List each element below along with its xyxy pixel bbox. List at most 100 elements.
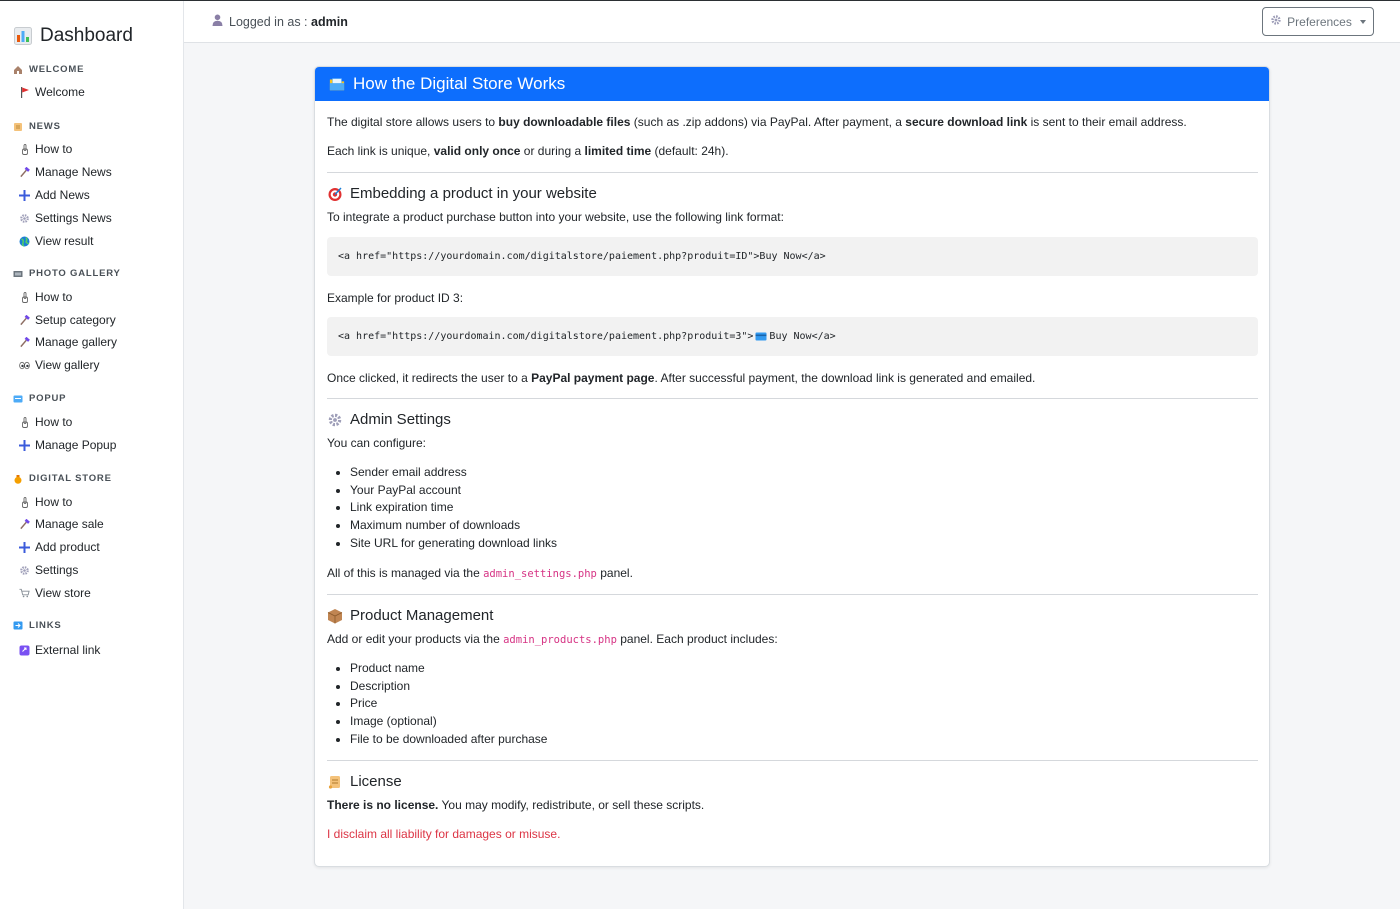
list-item: Maximum number of downloads: [350, 518, 557, 536]
finger-icon: [19, 143, 30, 155]
sidebar-item-store-howto[interactable]: How to: [19, 495, 72, 509]
list-item: Site URL for generating download links: [350, 536, 557, 554]
topbar: Logged in as : admin Preferences: [184, 1, 1400, 43]
scroll-icon: [12, 121, 23, 132]
cart-icon: [19, 588, 30, 599]
divider: [327, 172, 1258, 173]
list-item: Your PayPal account: [350, 483, 557, 501]
hammer-icon: [19, 166, 30, 178]
gear-icon: [19, 565, 30, 576]
admin-settings-code: admin_settings.php: [483, 568, 597, 580]
logged-prefix: Logged in as :: [229, 14, 312, 29]
hammer-icon: [19, 314, 30, 326]
card-header: How the Digital Store Works: [315, 67, 1269, 101]
plus-icon: [19, 541, 30, 553]
globe-icon: [19, 236, 30, 247]
section-news: NEWS: [12, 121, 61, 132]
list-item: Description: [350, 679, 547, 697]
section-links: LINKS: [12, 620, 62, 631]
package-icon: [327, 608, 343, 624]
code-block-format[interactable]: <a href="https://yourdomain.com/digitals…: [327, 237, 1258, 276]
popup-icon: [12, 393, 23, 404]
finger-icon: [19, 416, 30, 428]
eyes-icon: [19, 360, 30, 371]
section-digital-store: DIGITAL STORE: [12, 473, 112, 484]
sidebar-item-view-result[interactable]: View result: [19, 234, 93, 248]
finger-icon: [19, 291, 30, 303]
hammer-icon: [19, 518, 30, 530]
sidebar-item-view-gallery[interactable]: View gallery: [19, 358, 99, 372]
sidebar: Dashboard WELCOME Welcome NEWS How to Ma…: [0, 1, 184, 909]
plus-icon: [19, 189, 30, 201]
divider: [327, 398, 1258, 399]
sidebar-item-setup-category[interactable]: Setup category: [19, 313, 116, 327]
sidebar-item-welcome[interactable]: Welcome: [19, 85, 85, 99]
product-fields-list: Product name Description Price Image (op…: [350, 661, 547, 749]
preferences-button[interactable]: Preferences: [1262, 7, 1374, 36]
list-item: Link expiration time: [350, 500, 557, 518]
sidebar-item-add-news[interactable]: Add News: [19, 188, 90, 202]
moneybag-icon: [12, 473, 23, 484]
house-icon: [12, 64, 23, 75]
card-title: How the Digital Store Works: [353, 74, 566, 93]
sidebar-item-external-link[interactable]: External link: [19, 643, 100, 657]
sidebar-item-gallery-howto[interactable]: How to: [19, 290, 72, 304]
example-label: Example for product ID 3:: [327, 291, 464, 305]
sidebar-item-news-howto[interactable]: How to: [19, 142, 72, 156]
file-folder-icon: [329, 76, 345, 92]
frame-icon: [12, 268, 23, 279]
plus-icon: [19, 439, 30, 451]
logged-in-user: Logged in as : admin: [212, 14, 348, 29]
admin-settings-list: Sender email address Your PayPal account…: [350, 465, 557, 553]
chevron-down-icon: [1359, 19, 1366, 24]
sidebar-item-settings-news[interactable]: Settings News: [19, 211, 112, 225]
sidebar-item-popup-howto[interactable]: How to: [19, 415, 72, 429]
products-text: Add or edit your products via the admin_…: [327, 632, 778, 646]
sidebar-item-manage-news[interactable]: Manage News: [19, 165, 112, 179]
gear-icon: [19, 213, 30, 224]
gear-icon: [1270, 14, 1282, 29]
sidebar-item-manage-popup[interactable]: Manage Popup: [19, 438, 116, 452]
brand-title: Dashboard: [40, 25, 133, 46]
section-photo-gallery: PHOTO GALLERY: [12, 268, 121, 279]
flag-icon: [19, 86, 30, 98]
admin-text: You can configure:: [327, 436, 426, 450]
finger-icon: [19, 496, 30, 508]
unique-paragraph: Each link is unique, valid only once or …: [327, 144, 729, 158]
sidebar-item-manage-gallery[interactable]: Manage gallery: [19, 335, 117, 349]
section-popup: POPUP: [12, 393, 66, 404]
redirect-paragraph: Once clicked, it redirects the user to a…: [327, 371, 1036, 385]
credit-card-icon: [755, 332, 767, 341]
disclaimer-text: I disclaim all liability for damages or …: [327, 827, 561, 841]
preferences-label: Preferences: [1287, 14, 1352, 29]
license-text: There is no license. You may modify, red…: [327, 798, 705, 812]
embed-heading: Embedding a product in your website: [327, 185, 597, 202]
gear-icon: [327, 412, 343, 428]
code-block-example[interactable]: <a href="https://yourdomain.com/digitals…: [327, 317, 1258, 356]
sidebar-item-add-product[interactable]: Add product: [19, 540, 100, 554]
sidebar-item-view-store[interactable]: View store: [19, 586, 91, 600]
scroll-icon: [327, 774, 343, 790]
admin-heading: Admin Settings: [327, 411, 451, 428]
user-icon: [212, 14, 223, 29]
list-item: Image (optional): [350, 714, 547, 732]
arrow-right-icon: [12, 620, 23, 631]
sidebar-item-manage-sale[interactable]: Manage sale: [19, 517, 104, 531]
sidebar-item-store-settings[interactable]: Settings: [19, 563, 78, 577]
admin-products-code: admin_products.php: [503, 634, 617, 646]
divider: [327, 594, 1258, 595]
embed-text: To integrate a product purchase button i…: [327, 210, 784, 224]
license-heading: License: [327, 773, 402, 790]
brand[interactable]: Dashboard: [14, 25, 133, 47]
list-item: Product name: [350, 661, 547, 679]
list-item: File to be downloaded after purchase: [350, 732, 547, 750]
intro-paragraph: The digital store allows users to buy do…: [327, 115, 1187, 129]
admin-managed-paragraph: All of this is managed via the admin_set…: [327, 566, 633, 580]
list-item: Price: [350, 696, 547, 714]
target-icon: [327, 186, 343, 202]
divider: [327, 760, 1258, 761]
section-welcome: WELCOME: [12, 64, 84, 75]
bar-chart-icon: [14, 27, 32, 45]
link-icon: [19, 645, 30, 656]
products-heading: Product Management: [327, 607, 493, 624]
